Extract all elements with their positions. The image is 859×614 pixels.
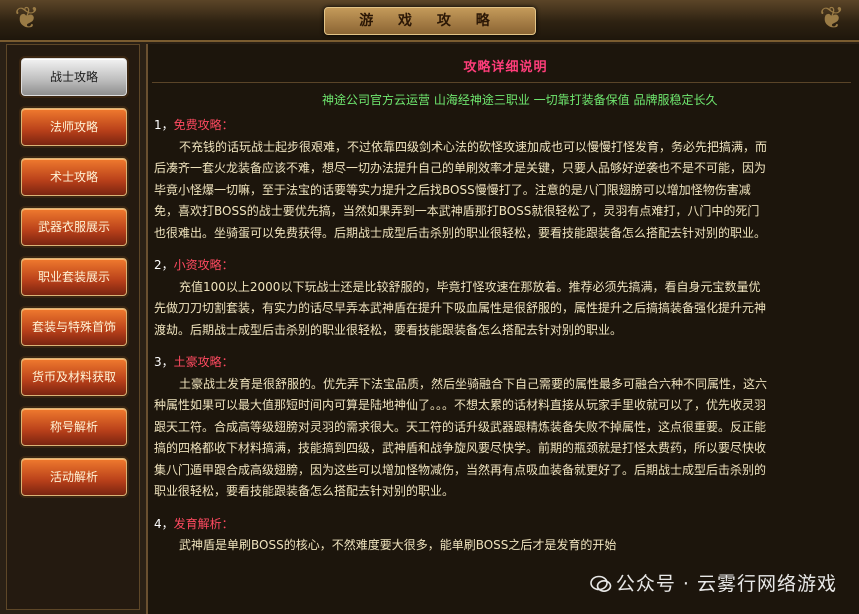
sidebar-item-mage-guide[interactable]: 法师攻略: [21, 108, 127, 146]
sidebar-item-weapon-clothes[interactable]: 武器衣服展示: [21, 208, 127, 246]
section-body: 充值100以上2000以下玩战士还是比较舒服的，毕竟打怪攻速在那放着。推荐必须先…: [154, 279, 767, 337]
section-heading: 3，土豪攻略：: [154, 355, 234, 369]
promo-banner: 神途公司官方云运营 山海经神途三职业 一切靠打装备保值 品牌服稳定长久: [322, 93, 718, 107]
section-heading: 2，小资攻略：: [154, 258, 234, 272]
ornament-left-icon: ❦: [14, 1, 40, 36]
sidebar-item-currency-materials[interactable]: 货币及材料获取: [21, 358, 127, 396]
sidebar-item-events[interactable]: 活动解析: [21, 458, 127, 496]
section-title: 攻略详细说明: [463, 60, 548, 75]
guide-article: 1，免费攻略： 不充钱的话玩战士起步很艰难，不过依靠四级剑术心法的砍怪攻速加成也…: [154, 115, 770, 557]
sidebar-item-warrior-guide[interactable]: 战士攻略: [21, 58, 127, 96]
section-body: 武神盾是单刷BOSS的核心，不然难度要大很多，能单刷BOSS之后才是发育的开始: [179, 538, 617, 552]
wechat-icon: [590, 575, 612, 592]
game-guide-window: ❦ 游 戏 攻 略 ❦ 战士攻略 法师攻略 术士攻略 武器衣服展示 职业套装展示…: [0, 0, 859, 614]
sidebar-item-titles[interactable]: 称号解析: [21, 408, 127, 446]
header-bar: ❦ 游 戏 攻 略 ❦: [0, 0, 859, 42]
watermark: 公众号 · 云雾行网络游戏: [590, 569, 837, 596]
divider: [152, 82, 851, 83]
section-heading: 4，发育解析：: [154, 516, 234, 531]
section-heading: 1，免费攻略：: [154, 118, 234, 132]
section-body: 土豪战士发育是很舒服的。优先弄下法宝品质，然后坐骑融合下自己需要的属性最多可融合…: [154, 376, 768, 499]
sidebar-item-sets-jewelry[interactable]: 套装与特殊首饰: [21, 308, 127, 346]
ornament-right-icon: ❦: [819, 1, 845, 36]
title-plate: 游 戏 攻 略: [323, 7, 536, 35]
content-panel: 攻略详细说明 神途公司官方云运营 山海经神途三职业 一切靠打装备保值 品牌服稳定…: [146, 44, 859, 614]
sidebar-item-taoist-guide[interactable]: 术士攻略: [21, 158, 127, 196]
page-title: 游 戏 攻 略: [359, 13, 500, 29]
watermark-text: 公众号 · 云雾行网络游戏: [615, 573, 837, 595]
sidebar-item-class-sets[interactable]: 职业套装展示: [21, 258, 127, 296]
section-body: 不充钱的话玩战士起步很艰难，不过依靠四级剑术心法的砍怪攻速加成也可以慢慢打怪发育…: [154, 139, 768, 240]
sidebar: 战士攻略 法师攻略 术士攻略 武器衣服展示 职业套装展示 套装与特殊首饰 货币及…: [6, 44, 140, 610]
